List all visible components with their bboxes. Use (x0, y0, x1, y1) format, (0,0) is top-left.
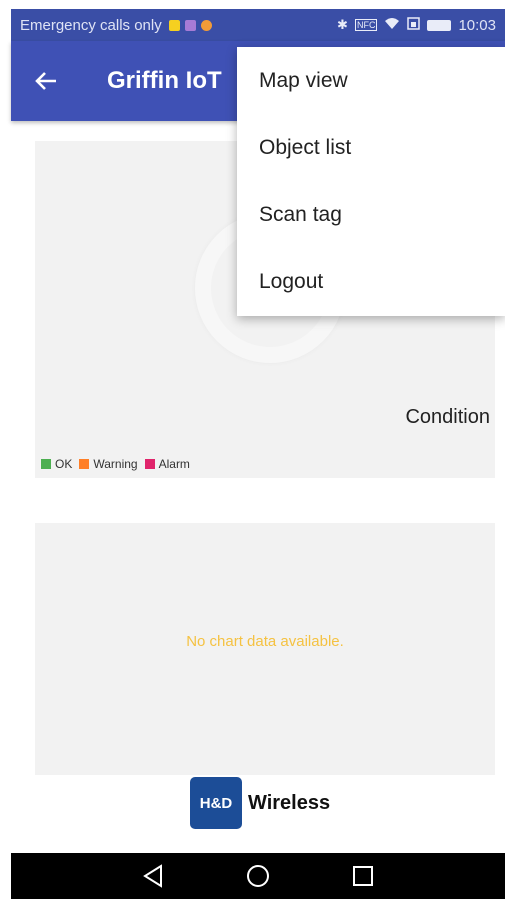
status-bar: Emergency calls only ✱ NFC 10:03 (11, 9, 505, 41)
clock: 10:03 (458, 16, 496, 34)
nav-recents-button[interactable] (343, 856, 383, 896)
battery-icon (427, 19, 452, 31)
company-logo: H&D Wireless (190, 777, 330, 829)
menu-item-logout[interactable]: Logout (237, 248, 505, 315)
nav-back-button[interactable] (133, 856, 173, 896)
notification-icon (168, 19, 180, 31)
back-triangle-icon (143, 864, 163, 888)
notification-icon (184, 19, 196, 31)
legend-swatch-ok (41, 459, 51, 469)
notification-icons (168, 19, 212, 31)
recents-square-icon (352, 866, 373, 886)
legend-item-warning: Warning (79, 457, 138, 471)
legend-label-warning: Warning (93, 457, 138, 471)
nfc-icon: NFC (354, 19, 378, 31)
overflow-menu: Map view Object list Scan tag Logout (237, 47, 505, 316)
wifi-icon (384, 17, 400, 33)
logo-mark: H&D (190, 777, 242, 829)
system-nav-bar (11, 853, 505, 899)
sim-icon (407, 17, 421, 33)
menu-item-scan-tag[interactable]: Scan tag (237, 181, 505, 248)
back-button[interactable] (11, 41, 81, 121)
legend-swatch-warning (79, 459, 90, 469)
legend-item-alarm: Alarm (144, 457, 190, 471)
carrier-text: Emergency calls only (20, 16, 162, 34)
nav-home-button[interactable] (238, 856, 278, 896)
condition-label: Condition (405, 406, 490, 428)
legend-item-ok: OK (41, 457, 72, 471)
menu-item-map-view[interactable]: Map view (237, 47, 505, 114)
menu-item-object-list[interactable]: Object list (237, 114, 505, 181)
chart-legend: OK Warning Alarm (41, 457, 197, 471)
app-title: Griffin IoT (107, 67, 222, 94)
legend-label-ok: OK (55, 457, 73, 471)
no-chart-data-text: No chart data available. (186, 633, 344, 650)
arrow-left-icon (35, 72, 56, 90)
home-circle-icon (246, 865, 269, 887)
bluetooth-icon: ✱ (337, 17, 348, 32)
history-chart-card: No chart data available. (35, 523, 495, 775)
notification-icon (200, 19, 212, 31)
legend-swatch-alarm (144, 459, 155, 469)
logo-text: Wireless (248, 791, 331, 814)
legend-label-alarm: Alarm (158, 457, 190, 471)
